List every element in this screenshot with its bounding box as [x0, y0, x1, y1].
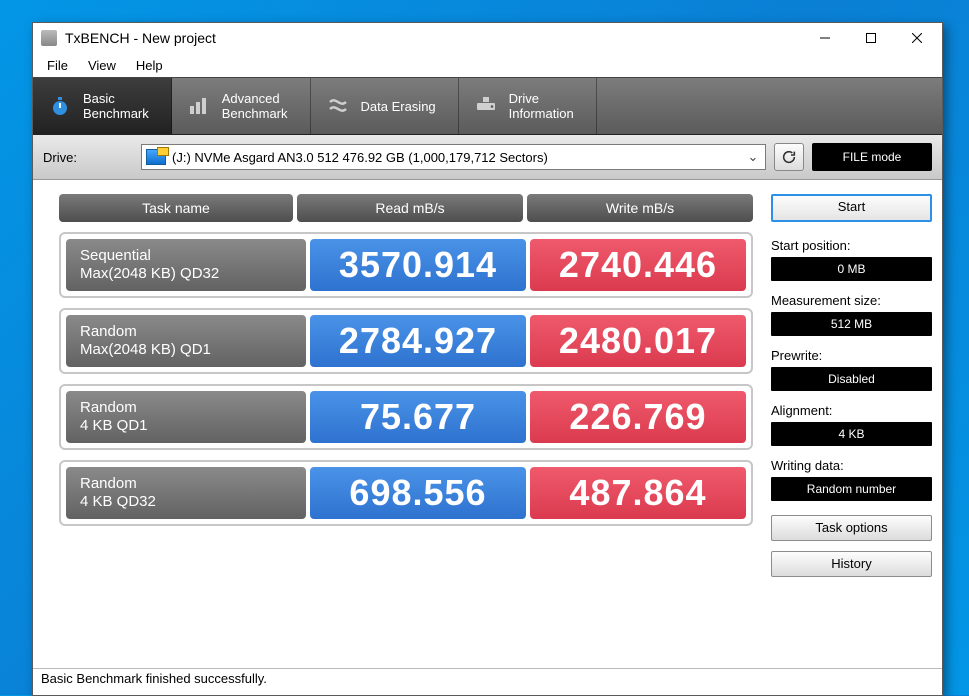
minimize-button[interactable]	[802, 23, 848, 53]
menu-bar: File View Help	[33, 53, 942, 77]
menu-file[interactable]: File	[37, 56, 78, 75]
read-value: 3570.914	[310, 239, 526, 291]
tab-bar: BasicBenchmark AdvancedBenchmark Data Er…	[33, 77, 942, 135]
refresh-button[interactable]	[774, 143, 804, 171]
window-title: TxBENCH - New project	[65, 30, 802, 46]
result-row: SequentialMax(2048 KB) QD32 3570.914 274…	[59, 232, 753, 298]
tab-label: AdvancedBenchmark	[222, 91, 288, 121]
app-icon	[41, 30, 57, 46]
task-options-button[interactable]: Task options	[771, 515, 932, 541]
measurement-size-value[interactable]: 512 MB	[771, 312, 932, 336]
writing-data-value[interactable]: Random number	[771, 477, 932, 501]
start-button[interactable]: Start	[771, 194, 932, 222]
task-name: Random4 KB QD32	[66, 467, 306, 519]
prewrite-value[interactable]: Disabled	[771, 367, 932, 391]
results-table: Task name Read mB/s Write mB/s Sequentia…	[59, 194, 753, 662]
header-write: Write mB/s	[527, 194, 753, 222]
start-position-value[interactable]: 0 MB	[771, 257, 932, 281]
menu-view[interactable]: View	[78, 56, 126, 75]
tab-label: Data Erasing	[361, 99, 436, 114]
tab-label: BasicBenchmark	[83, 91, 149, 121]
file-mode-button[interactable]: FILE mode	[812, 143, 932, 171]
task-name: Random4 KB QD1	[66, 391, 306, 443]
write-value: 2740.446	[530, 239, 746, 291]
header-task-name: Task name	[59, 194, 293, 222]
start-position-label: Start position:	[771, 238, 932, 253]
drive-icon	[473, 93, 499, 119]
writing-data-label: Writing data:	[771, 458, 932, 473]
tab-basic-benchmark[interactable]: BasicBenchmark	[33, 78, 172, 134]
tab-drive-information[interactable]: DriveInformation	[459, 78, 597, 134]
close-button[interactable]	[894, 23, 940, 53]
result-row: Random4 KB QD32 698.556 487.864	[59, 460, 753, 526]
measurement-size-label: Measurement size:	[771, 293, 932, 308]
header-read: Read mB/s	[297, 194, 523, 222]
tab-label: DriveInformation	[509, 91, 574, 121]
read-value: 75.677	[310, 391, 526, 443]
header-row: Task name Read mB/s Write mB/s	[59, 194, 753, 222]
write-value: 487.864	[530, 467, 746, 519]
stopwatch-icon	[47, 93, 73, 119]
read-value: 698.556	[310, 467, 526, 519]
drive-device-icon	[146, 149, 166, 165]
title-bar: TxBENCH - New project	[33, 23, 942, 53]
write-value: 2480.017	[530, 315, 746, 367]
drive-row: Drive: (J:) NVMe Asgard AN3.0 512 476.92…	[33, 135, 942, 180]
alignment-value[interactable]: 4 KB	[771, 422, 932, 446]
read-value: 2784.927	[310, 315, 526, 367]
barchart-icon	[186, 93, 212, 119]
prewrite-label: Prewrite:	[771, 348, 932, 363]
drive-selected-text: (J:) NVMe Asgard AN3.0 512 476.92 GB (1,…	[172, 150, 739, 165]
main-area: Task name Read mB/s Write mB/s Sequentia…	[33, 180, 942, 668]
app-window: TxBENCH - New project File View Help Bas…	[32, 22, 943, 696]
chevron-down-icon: ⌄	[745, 149, 761, 165]
menu-help[interactable]: Help	[126, 56, 173, 75]
task-name: SequentialMax(2048 KB) QD32	[66, 239, 306, 291]
tab-data-erasing[interactable]: Data Erasing	[311, 78, 459, 134]
history-button[interactable]: History	[771, 551, 932, 577]
erase-icon	[325, 93, 351, 119]
side-panel: Start Start position: 0 MB Measurement s…	[771, 194, 932, 662]
result-row: RandomMax(2048 KB) QD1 2784.927 2480.017	[59, 308, 753, 374]
drive-select[interactable]: (J:) NVMe Asgard AN3.0 512 476.92 GB (1,…	[141, 144, 766, 170]
maximize-button[interactable]	[848, 23, 894, 53]
write-value: 226.769	[530, 391, 746, 443]
drive-label: Drive:	[43, 150, 133, 165]
task-name: RandomMax(2048 KB) QD1	[66, 315, 306, 367]
alignment-label: Alignment:	[771, 403, 932, 418]
result-row: Random4 KB QD1 75.677 226.769	[59, 384, 753, 450]
tab-advanced-benchmark[interactable]: AdvancedBenchmark	[172, 78, 311, 134]
status-bar: Basic Benchmark finished successfully.	[33, 668, 942, 695]
